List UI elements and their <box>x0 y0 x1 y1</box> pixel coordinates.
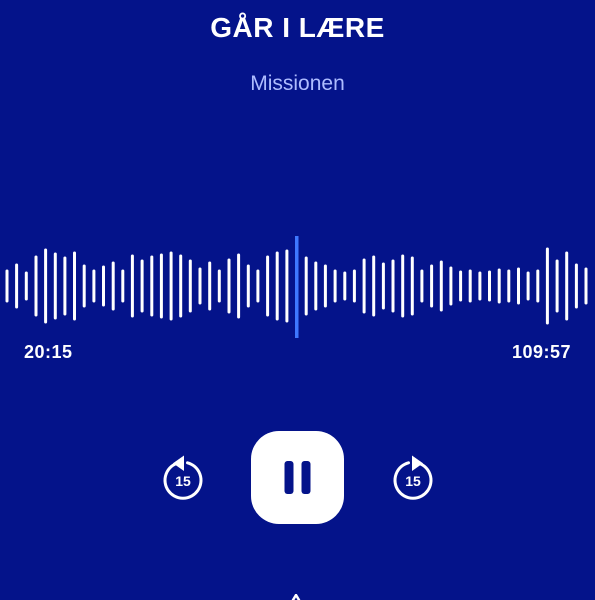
podcast-name[interactable]: Missionen <box>0 70 595 98</box>
pause-button[interactable] <box>251 431 344 524</box>
skip-forward-seconds: 15 <box>405 473 421 489</box>
remaining-time: 109:57 <box>511 342 571 362</box>
skip-back-seconds: 15 <box>175 473 191 489</box>
playhead[interactable] <box>295 236 299 338</box>
skip-back-15-button[interactable]: 15 <box>162 454 204 500</box>
pause-icon <box>284 461 311 494</box>
bottom-edge-glyph <box>291 594 301 600</box>
waveform-scrubber[interactable] <box>0 230 595 340</box>
episode-title: GÅR I LÆRE <box>210 12 385 43</box>
rotate-forward-15-icon: 15 <box>393 455 433 500</box>
rotate-back-15-icon: 15 <box>163 455 203 500</box>
elapsed-time: 20:15 <box>24 342 73 362</box>
skip-forward-15-button[interactable]: 15 <box>392 454 434 500</box>
